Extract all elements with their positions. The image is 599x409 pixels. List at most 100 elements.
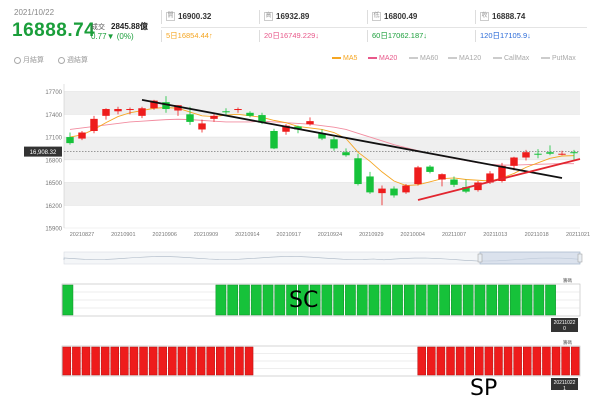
indicator-bar <box>333 284 344 316</box>
indicator-bar <box>561 346 570 376</box>
candle-body <box>342 152 350 156</box>
indicator-bar <box>148 346 158 376</box>
indicator-bar <box>522 346 532 376</box>
ma20-value: 20日16749.229↓ <box>259 30 367 42</box>
indicator-bar <box>239 284 250 316</box>
candle-body <box>546 152 554 154</box>
radio-icon <box>58 56 65 64</box>
indicator-bar <box>100 346 110 376</box>
legend-ma60[interactable]: MA60 <box>409 55 438 62</box>
low-cell: 低 16800.49 <box>367 10 475 24</box>
indicator-bar <box>187 346 196 376</box>
indicator-bar <box>427 346 436 376</box>
candle-body <box>306 121 314 125</box>
x-tick-label: 20210917 <box>276 232 300 238</box>
candle <box>354 153 362 186</box>
close-value: 16888.74 <box>492 12 526 21</box>
indicator-bar <box>475 346 484 376</box>
indicator-bar <box>139 346 148 376</box>
legend-callmax[interactable]: CallMax <box>493 55 529 62</box>
ma120-value: 120日17105.9↓ <box>475 30 587 42</box>
grid-band <box>64 137 580 160</box>
x-tick-label: 20210906 <box>152 232 176 238</box>
indicator-corner-label: 籌碼 <box>563 339 572 346</box>
candle-body <box>66 137 74 144</box>
weekly-option[interactable]: 週結算 <box>58 55 88 65</box>
indicator-bar <box>494 346 503 376</box>
indicator-bar <box>462 284 474 316</box>
ma60-swatch-icon <box>409 57 418 60</box>
legend-ma5[interactable]: MA5 <box>332 55 357 62</box>
candle-body <box>114 109 122 112</box>
volume-label: 成交 <box>91 24 105 31</box>
indicator-bar <box>250 284 262 316</box>
y-tick-label: 15900 <box>45 227 62 233</box>
ma5-swatch-icon <box>332 57 341 60</box>
indicator-bar <box>345 284 356 316</box>
indicator-bar <box>72 346 81 376</box>
callmax-swatch-icon <box>493 57 502 60</box>
y-tick-label: 17700 <box>45 90 62 96</box>
indicator-bar <box>465 346 474 376</box>
low-tag: 低 <box>372 12 381 22</box>
candle-body <box>90 118 98 131</box>
indicator-bar <box>439 284 450 316</box>
indicator-bar <box>168 346 177 376</box>
indicator-bar <box>120 346 129 376</box>
indicator-bar <box>513 346 522 376</box>
sp-indicator-panel: 籌碼202110221 <box>61 339 581 390</box>
indicator-bar <box>158 346 167 376</box>
ma5-value: 5日16854.44↑ <box>161 30 259 42</box>
candle-body <box>450 179 458 185</box>
candle <box>138 106 146 119</box>
candle <box>318 129 326 141</box>
legend-putmax[interactable]: PutMax <box>541 55 576 62</box>
indicator-bar <box>216 346 225 376</box>
y-tick-label: 17100 <box>45 136 62 142</box>
high-value: 16932.89 <box>276 12 310 21</box>
indicator-bar <box>455 346 465 376</box>
candle-body <box>78 132 86 139</box>
indicator-corner-label: 籌碼 <box>563 277 572 284</box>
indicator-bar <box>417 346 426 376</box>
candle-body <box>426 166 434 172</box>
candle-body <box>510 157 518 166</box>
open-cell: 開 16900.32 <box>161 10 259 24</box>
candle <box>198 119 206 133</box>
navigator-handle-left <box>477 253 483 263</box>
legend-ma20[interactable]: MA20 <box>368 55 397 62</box>
indicator-bar <box>392 284 403 316</box>
indicator-bar <box>321 284 333 316</box>
legend-ma120[interactable]: MA120 <box>448 55 481 62</box>
radio-icon <box>14 56 21 64</box>
candle-body <box>270 130 278 149</box>
candle-body <box>138 108 146 116</box>
candle <box>102 108 110 120</box>
indicator-bar <box>533 284 545 316</box>
indicator-bar <box>532 346 542 376</box>
indicator-bar <box>509 284 521 316</box>
monthly-option[interactable]: 月結算 <box>14 55 44 65</box>
x-tick-label: 20210914 <box>235 232 259 238</box>
indicator-bar <box>570 346 580 376</box>
indicator-bar <box>427 284 439 316</box>
candle-body <box>390 188 398 196</box>
x-tick-label: 20210909 <box>194 232 218 238</box>
indicator-bar <box>498 284 509 316</box>
candle <box>366 171 374 194</box>
indicator-bar <box>235 346 244 376</box>
sp-label: SP <box>470 376 498 401</box>
candle-body <box>414 167 422 185</box>
candlestick-chart[interactable]: 15900 16200 16500 16800 17100 17400 17700 16,90… <box>0 70 599 240</box>
y-tick-label: 17400 <box>45 113 62 119</box>
open-tag: 開 <box>166 12 175 22</box>
x-tick-label: 20211007 <box>442 232 466 238</box>
candle-body <box>366 176 374 193</box>
x-tick-label: 20211021 <box>566 232 590 238</box>
candle-body <box>354 158 362 185</box>
indicator-bar <box>62 346 72 376</box>
indicator-bar <box>91 346 100 376</box>
price-change: 0.77▼ (0%) <box>91 32 134 41</box>
indicator-bar <box>436 346 446 376</box>
range-navigator[interactable] <box>0 250 599 266</box>
